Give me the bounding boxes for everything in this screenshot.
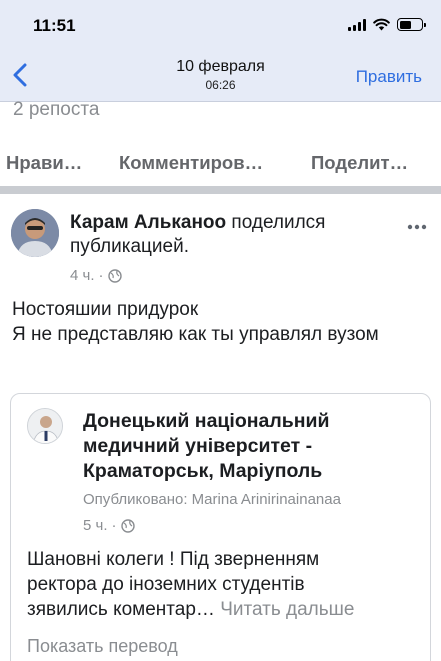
read-more-link[interactable]: Читать дальше [215,599,354,620]
reposts-count[interactable]: 2 репоста [13,99,99,121]
shared-text-line: Шановні колеги ! Під зверненням [27,549,320,570]
section-divider [0,186,441,194]
status-bar: 11:51 [0,0,441,50]
post-text: Ностояшии придурок Я не представляю как … [12,297,432,347]
shared-text: Шановні колеги ! Під зверненням ректора … [27,547,422,622]
shared-time[interactable]: 5 ч. [83,517,108,534]
shared-text-line: зявились коментар… Читать дальше [27,597,422,622]
shared-text-truncated: зявились коментар… [27,599,215,620]
post-author: Карам Альканоо поделился публикацией. [70,211,390,259]
page-avatar[interactable] [27,408,63,444]
status-icons [348,18,426,31]
shared-text-line: ректора до іноземних студентів [27,574,305,595]
post-meta: 4 ч. · [70,267,122,284]
post-actions: Нрави… Комментиров… Поделит… [0,145,441,181]
shared-page-name[interactable]: Донецький національний медичний універси… [83,409,413,484]
post-time[interactable]: 4 ч. [70,267,95,284]
edit-button[interactable]: Править [356,67,422,87]
post-text-line: Я не представляю как ты управлял вузом [12,324,379,345]
status-time: 11:51 [33,16,76,35]
page-name-line: Краматорськ, Маріуполь [83,460,323,482]
author-name[interactable]: Карам Альканоо [70,212,226,233]
nav-bar: 10 февраля 06:26 Править [0,50,441,102]
meta-dot: · [98,267,104,284]
avatar[interactable] [11,209,59,257]
meta-dot: · [111,517,117,534]
like-button[interactable]: Нрави… [6,152,82,174]
author-photo [11,209,59,257]
share-button[interactable]: Поделит… [311,152,408,174]
page-photo [28,409,62,443]
more-options-button[interactable] [407,210,427,236]
page-name-line: Донецький національний [83,410,330,432]
post-text-line: Ностояшии придурок [12,299,199,320]
comment-button[interactable]: Комментиров… [119,152,263,174]
shared-meta: 5 ч. · [83,517,135,534]
more-horizontal-icon [407,224,427,230]
globe-icon [107,268,122,283]
shared-post-card[interactable]: Донецький національний медичний універси… [10,393,431,661]
signal-icon [348,18,366,31]
battery-icon [397,18,426,31]
show-translation-link[interactable]: Показать перевод [27,636,178,657]
globe-icon [120,518,135,533]
page-name-line: медичний університет - [83,435,313,457]
wifi-icon [373,18,390,31]
published-by: Опубликовано: Marina Arinirinainanaa [83,491,341,508]
